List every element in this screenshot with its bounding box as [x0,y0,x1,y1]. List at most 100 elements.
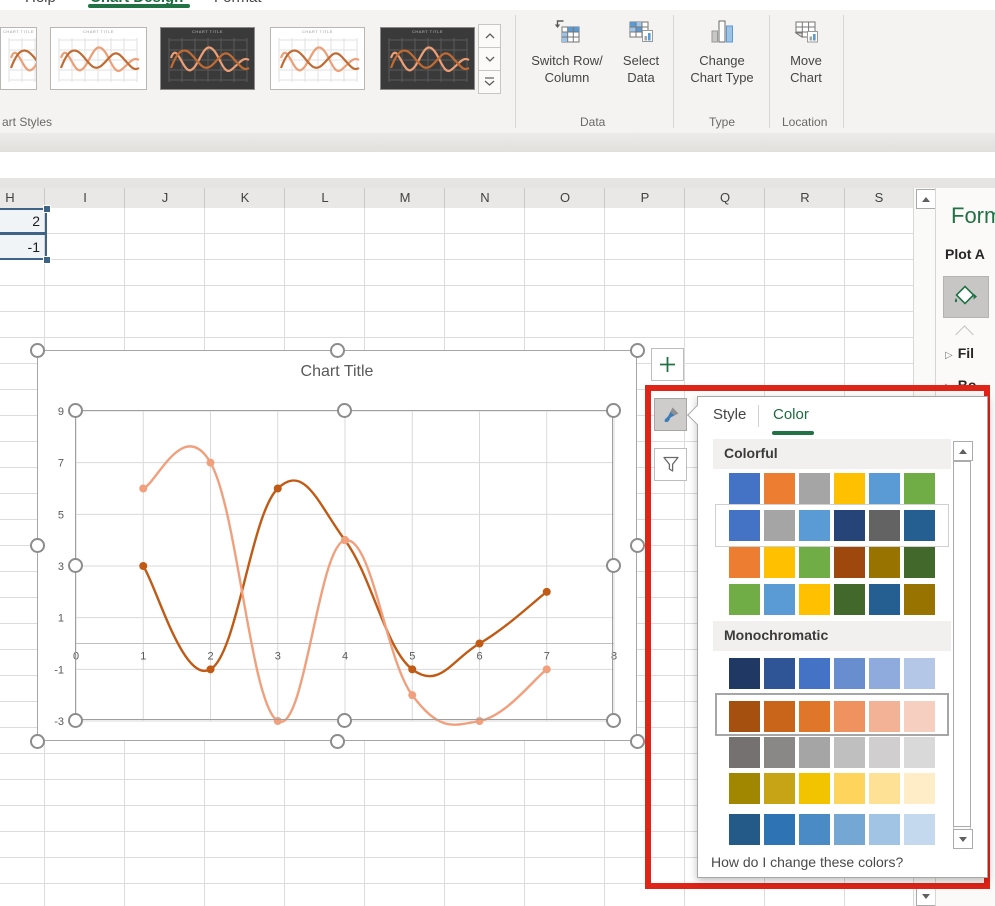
scroll-down-button[interactable] [916,886,936,906]
color-swatch[interactable] [729,773,760,804]
chart-resize-handle[interactable] [30,538,45,553]
plot-area-dropdown[interactable]: Plot A [945,246,985,262]
column-header-l[interactable]: L [305,190,345,205]
color-swatch[interactable] [904,510,935,541]
color-swatch[interactable] [869,737,900,768]
color-swatch[interactable] [834,658,865,689]
color-swatch[interactable] [904,701,935,732]
column-header-h[interactable]: H [0,190,30,205]
color-swatch[interactable] [764,547,795,578]
color-swatch[interactable] [764,814,795,845]
change-colors-help-link[interactable]: How do I change these colors? [711,854,903,870]
chart-resize-handle[interactable] [30,734,45,749]
chart-style-thumbnail[interactable]: CHART TITLE [380,27,475,90]
fill-section-row[interactable]: ▷Fil [945,345,974,361]
color-swatch[interactable] [729,510,760,541]
chart-style-thumbnail[interactable]: CHART TITLE [0,27,37,90]
chart-filters-button[interactable] [654,448,687,481]
formula-bar[interactable] [0,152,995,179]
cell-h2-value[interactable]: -1 [0,239,40,255]
flyout-tab-color[interactable]: Color [773,406,809,423]
column-header-j[interactable]: J [145,190,185,205]
color-swatch[interactable] [904,814,935,845]
color-swatch[interactable] [834,773,865,804]
plot-area-resize-handle[interactable] [606,403,621,418]
chart-title[interactable]: Chart Title [37,363,637,381]
color-swatch[interactable] [869,547,900,578]
column-header-s[interactable]: S [859,190,899,205]
chart-resize-handle[interactable] [630,734,645,749]
color-swatch[interactable] [729,814,760,845]
color-swatch[interactable] [729,584,760,615]
color-swatch[interactable] [729,701,760,732]
chart-styles-button[interactable] [654,398,687,431]
select-data-button[interactable]: Select Data [613,18,669,86]
plot-area-resize-handle[interactable] [68,713,83,728]
range-fill-handle[interactable] [43,205,51,213]
color-swatch[interactable] [869,584,900,615]
color-swatch[interactable] [799,737,830,768]
color-swatch[interactable] [799,510,830,541]
column-header-i[interactable]: I [65,190,105,205]
color-swatch[interactable] [834,547,865,578]
column-header-q[interactable]: Q [705,190,745,205]
color-swatch[interactable] [904,658,935,689]
color-swatch[interactable] [834,701,865,732]
plot-area-resize-handle[interactable] [337,713,352,728]
chart-style-thumbnail[interactable]: CHART TITLE [160,27,255,90]
plot-area-resize-handle[interactable] [68,558,83,573]
switch-row-column-button[interactable]: Switch Row/ Column [527,18,607,86]
column-header-n[interactable]: N [465,190,505,205]
fill-line-tab-button[interactable] [943,276,989,318]
plot-area-resize-handle[interactable] [606,558,621,573]
chart-resize-handle[interactable] [630,538,645,553]
color-swatch[interactable] [834,814,865,845]
chart-resize-handle[interactable] [330,343,345,358]
column-header-o[interactable]: O [545,190,585,205]
color-swatch[interactable] [764,658,795,689]
column-header-r[interactable]: R [785,190,825,205]
tab-help[interactable]: Help [25,0,56,6]
color-swatch[interactable] [764,584,795,615]
gallery-more-styles-button[interactable] [478,70,501,94]
color-swatch[interactable] [729,658,760,689]
color-swatch[interactable] [904,547,935,578]
color-swatch[interactable] [869,773,900,804]
range-fill-handle[interactable] [43,256,51,264]
scroll-up-button[interactable] [916,189,936,209]
column-header-p[interactable]: P [625,190,665,205]
color-swatch[interactable] [869,510,900,541]
chart-style-thumbnail[interactable]: CHART TITLE [270,27,365,90]
plot-area-resize-handle[interactable] [68,403,83,418]
color-swatch[interactable] [764,701,795,732]
color-swatch[interactable] [869,473,900,504]
color-swatch[interactable] [799,773,830,804]
color-swatch[interactable] [799,701,830,732]
chart-resize-handle[interactable] [630,343,645,358]
color-swatch[interactable] [764,510,795,541]
color-swatch[interactable] [764,473,795,504]
color-swatch[interactable] [799,584,830,615]
color-swatch[interactable] [834,510,865,541]
color-swatch[interactable] [799,814,830,845]
color-swatch[interactable] [764,773,795,804]
color-swatch[interactable] [869,814,900,845]
chart-elements-button[interactable] [651,348,684,381]
color-swatch[interactable] [904,773,935,804]
move-chart-button[interactable]: Move Chart [778,18,834,86]
flyout-tab-style[interactable]: Style [713,406,746,423]
color-swatch[interactable] [729,473,760,504]
color-swatch[interactable] [834,737,865,768]
color-swatch[interactable] [904,737,935,768]
gallery-scroll-up-button[interactable] [478,24,501,48]
flyout-scroll-up-button[interactable] [953,441,973,461]
column-header-k[interactable]: K [225,190,265,205]
color-swatch[interactable] [869,658,900,689]
color-swatch[interactable] [904,584,935,615]
flyout-scroll-down-button[interactable] [953,829,973,849]
plot-area-resize-handle[interactable] [606,713,621,728]
color-swatch[interactable] [764,737,795,768]
color-swatch[interactable] [799,658,830,689]
color-swatch[interactable] [834,584,865,615]
plot-area-resize-handle[interactable] [337,403,352,418]
